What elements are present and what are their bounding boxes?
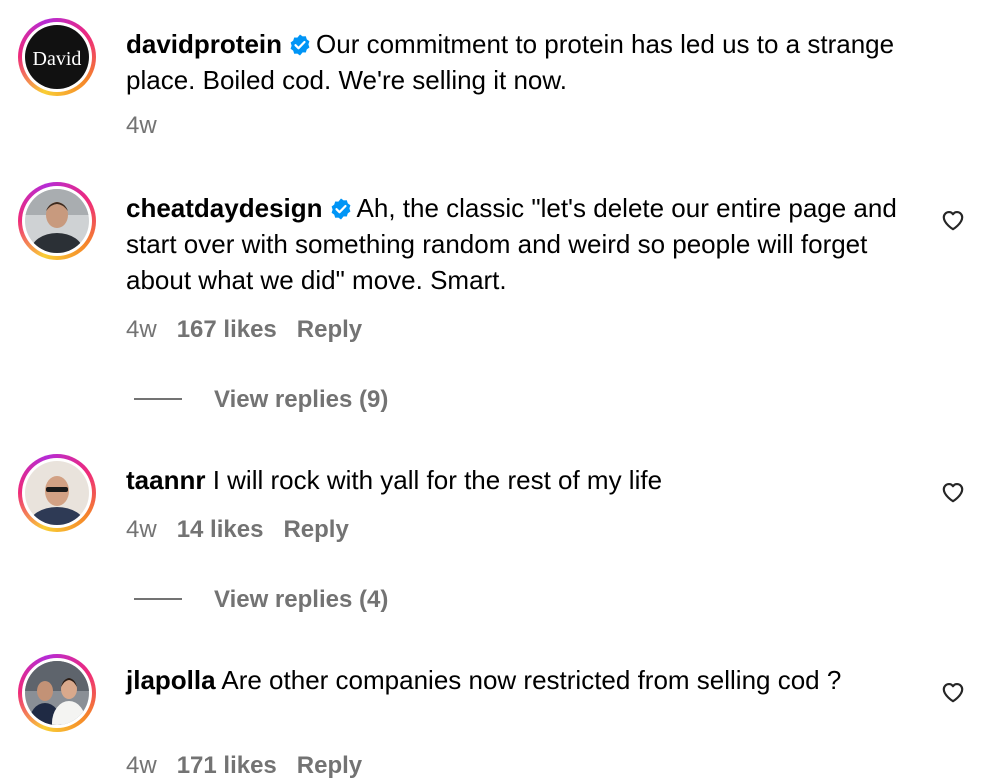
avatar-story-ring[interactable]	[18, 454, 96, 532]
comment-body: davidprotein Our commitment to protein ha…	[126, 26, 916, 98]
username-link[interactable]: davidprotein	[126, 29, 282, 59]
comment-body: cheatdaydesign Ah, the classic "let's del…	[126, 190, 916, 298]
comment-meta: 4w 171 likes Reply	[126, 752, 382, 780]
comment-timestamp[interactable]: 4w	[126, 112, 157, 139]
avatar-story-ring[interactable]: David	[18, 18, 96, 96]
username-link[interactable]: cheatdaydesign	[126, 193, 323, 223]
avatar-story-ring[interactable]	[18, 182, 96, 260]
avatar-story-ring[interactable]	[18, 654, 96, 732]
heart-icon[interactable]	[940, 207, 966, 233]
view-replies-label: View replies (4)	[214, 586, 389, 613]
comment-text: Are other companies now restricted from …	[221, 665, 842, 695]
username-link[interactable]: jlapolla	[126, 665, 216, 695]
heart-icon[interactable]	[940, 479, 966, 505]
view-replies-button[interactable]: View replies (9)	[134, 386, 388, 414]
avatar-logo-text: David	[33, 48, 82, 70]
avatar	[25, 189, 89, 253]
comment-meta: 4w 167 likes Reply	[126, 316, 382, 344]
view-replies-label: View replies (9)	[214, 386, 389, 413]
heart-icon[interactable]	[940, 679, 966, 705]
comment-text: I will rock with yall for the rest of my…	[212, 465, 663, 495]
comment-body: taannr I will rock with yall for the res…	[126, 462, 916, 498]
comment-body: jlapolla Are other companies now restric…	[126, 662, 916, 698]
reply-button[interactable]: Reply	[283, 516, 348, 543]
comment-timestamp[interactable]: 4w	[126, 516, 157, 543]
avatar	[25, 661, 89, 725]
comment-timestamp[interactable]: 4w	[126, 752, 157, 779]
likes-count[interactable]: 171 likes	[177, 752, 277, 779]
reply-button[interactable]: Reply	[297, 752, 362, 779]
likes-count[interactable]: 167 likes	[177, 316, 277, 343]
reply-button[interactable]: Reply	[297, 316, 362, 343]
verified-badge-icon	[331, 198, 350, 220]
replies-divider	[134, 397, 182, 400]
comment-meta: 4w	[126, 112, 177, 140]
view-replies-button[interactable]: View replies (4)	[134, 586, 388, 614]
likes-count[interactable]: 14 likes	[177, 516, 264, 543]
username-link[interactable]: taannr	[126, 465, 205, 495]
avatar	[25, 461, 89, 525]
comment-timestamp[interactable]: 4w	[126, 316, 157, 343]
verified-badge-icon	[290, 34, 310, 56]
avatar: David	[25, 25, 89, 89]
comment-meta: 4w 14 likes Reply	[126, 516, 369, 544]
replies-divider	[134, 597, 182, 600]
